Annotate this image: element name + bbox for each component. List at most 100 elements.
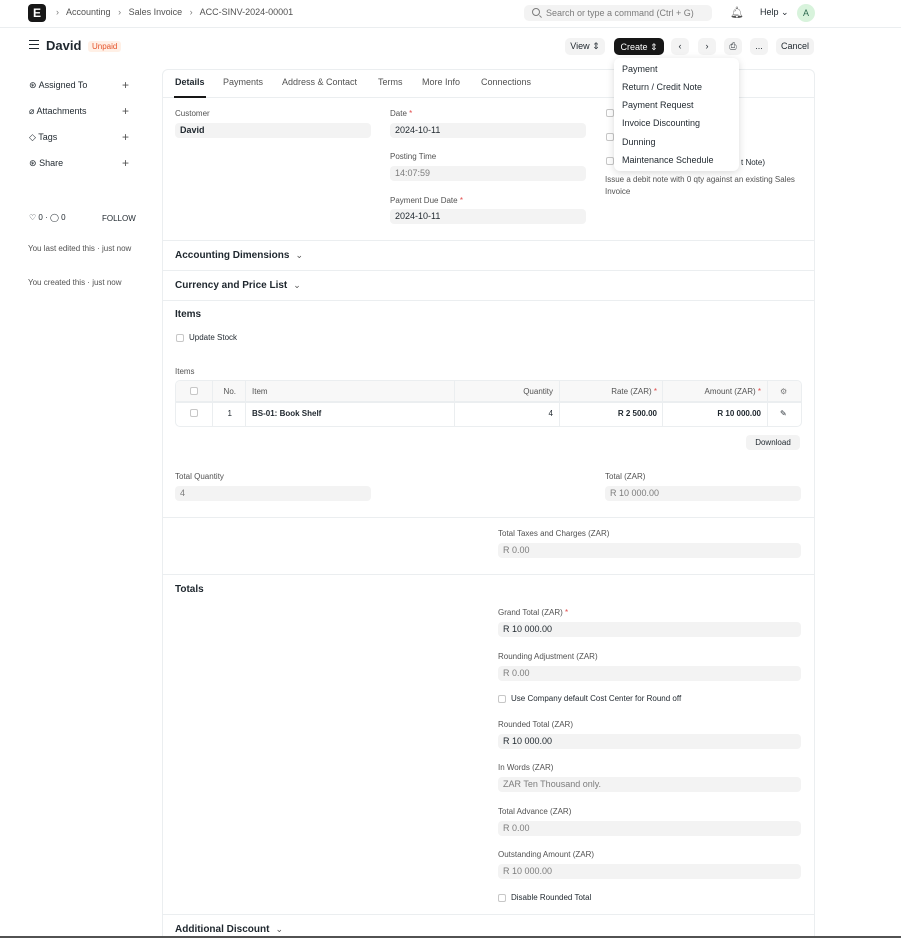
taxes-field[interactable]: R 0.00: [498, 543, 801, 558]
outstanding-label: Outstanding Amount (ZAR): [498, 850, 595, 859]
sidebar-item-attachments[interactable]: ⌀ Attachments: [29, 106, 86, 117]
bell-icon[interactable]: 🔔︎: [730, 6, 744, 19]
breadcrumb-accounting[interactable]: Accounting: [66, 7, 111, 17]
grand-total-field[interactable]: R 10 000.00: [498, 622, 801, 637]
debit-note-label: t Note): [741, 158, 766, 167]
use-cost-center-label: Use Company default Cost Center for Roun…: [511, 694, 682, 703]
print-button[interactable]: ⎙: [724, 38, 742, 55]
section-additional-discount[interactable]: Additional Discount ⌄: [175, 924, 283, 935]
row-item[interactable]: BS-01: Book Shelf: [252, 403, 321, 424]
help-dropdown[interactable]: Help ⌄: [760, 7, 789, 18]
update-stock-checkbox[interactable]: [176, 334, 184, 342]
menu-item-payment[interactable]: Payment: [622, 64, 658, 74]
sidebar-item-tags[interactable]: ◇ Tags: [29, 132, 57, 143]
comment-icon[interactable]: ◯: [50, 213, 59, 222]
tab-terms[interactable]: Terms: [378, 77, 403, 87]
row-amount[interactable]: R 10 000.00: [664, 403, 761, 424]
sidebar-item-share[interactable]: ⊛ Share: [29, 158, 63, 169]
form-card: [162, 69, 815, 938]
rounding-label: Rounding Adjustment (ZAR): [498, 652, 598, 661]
add-share-button[interactable]: +: [122, 157, 129, 169]
navbar: E › Accounting › Sales Invoice › ACC-SIN…: [0, 0, 901, 28]
tab-connections[interactable]: Connections: [481, 77, 531, 87]
breadcrumb: › Accounting › Sales Invoice › ACC-SINV-…: [56, 7, 294, 17]
col-no: No.: [223, 387, 236, 396]
items-table: No. Item Quantity Rate (ZAR) * Amount (Z…: [175, 380, 802, 427]
customer-field[interactable]: David: [175, 123, 371, 138]
disable-rounded-checkbox[interactable]: [498, 894, 506, 902]
total-label: Total (ZAR): [605, 472, 646, 481]
create-button[interactable]: Create ⇕: [614, 38, 664, 55]
rounded-total-field[interactable]: R 10 000.00: [498, 734, 801, 749]
tab-details[interactable]: Details: [175, 77, 205, 87]
rounded-total-label: Rounded Total (ZAR): [498, 720, 573, 729]
menu-item-maintenance-schedule[interactable]: Maintenance Schedule: [622, 155, 714, 165]
tab-more-info[interactable]: More Info: [422, 77, 460, 87]
select-all-checkbox[interactable]: [190, 387, 198, 395]
section-currency-price-list[interactable]: Currency and Price List ⌄: [175, 280, 301, 291]
create-dropdown-menu: Payment Return / Credit Note Payment Req…: [614, 58, 739, 171]
checkbox-hidden-2[interactable]: [606, 133, 614, 141]
printer-icon: ⎙: [729, 41, 737, 51]
search-icon: [532, 8, 540, 16]
debit-note-help: Issue a debit note with 0 qty against an…: [605, 175, 795, 196]
menu-item-payment-request[interactable]: Payment Request: [622, 100, 694, 110]
col-rate: Rate (ZAR) *: [611, 387, 657, 396]
edit-pencil-icon[interactable]: ✎: [780, 403, 787, 424]
prev-button[interactable]: ‹: [671, 38, 689, 55]
row-checkbox[interactable]: [190, 409, 198, 417]
assign-icon: ⊛: [29, 80, 37, 90]
total-field[interactable]: R 10 000.00: [605, 486, 801, 501]
tab-payments[interactable]: Payments: [223, 77, 263, 87]
follow-button[interactable]: FOLLOW: [102, 214, 136, 223]
more-button[interactable]: ...: [750, 38, 768, 55]
chevron-right-icon: ›: [705, 41, 709, 51]
menu-toggle-icon[interactable]: [29, 40, 39, 52]
heart-icon[interactable]: ♡: [29, 213, 36, 222]
checkbox-hidden-1[interactable]: [606, 109, 614, 117]
row-qty[interactable]: 4: [456, 403, 553, 424]
use-cost-center-checkbox[interactable]: [498, 695, 506, 703]
total-qty-field[interactable]: 4: [175, 486, 371, 501]
next-button[interactable]: ›: [698, 38, 716, 55]
download-button[interactable]: Download: [746, 435, 800, 450]
date-field[interactable]: 2024-10-11: [390, 123, 586, 138]
in-words-label: In Words (ZAR): [498, 763, 554, 772]
due-date-field[interactable]: 2024-10-11: [390, 209, 586, 224]
add-assigned-button[interactable]: +: [122, 79, 129, 91]
sidebar-item-assigned[interactable]: ⊛ Assigned To: [29, 80, 87, 91]
outstanding-field[interactable]: R 10 000.00: [498, 864, 801, 879]
col-item: Item: [252, 387, 268, 396]
add-attachment-button[interactable]: +: [122, 105, 129, 117]
active-tab-indicator: [174, 96, 206, 98]
menu-item-dunning[interactable]: Dunning: [622, 137, 656, 147]
customer-label: Customer: [175, 109, 210, 118]
section-accounting-dimensions[interactable]: Accounting Dimensions ⌄: [175, 250, 303, 261]
menu-item-invoice-discounting[interactable]: Invoice Discounting: [622, 118, 700, 128]
menu-item-return-credit-note[interactable]: Return / Credit Note: [622, 82, 702, 92]
tab-address-contact[interactable]: Address & Contact: [282, 77, 357, 87]
app-logo[interactable]: E: [28, 4, 46, 22]
row-rate[interactable]: R 2 500.00: [561, 403, 657, 424]
chevron-left-icon: ‹: [678, 41, 682, 51]
date-label: Date *: [390, 109, 413, 118]
disable-rounded-label: Disable Rounded Total: [511, 893, 592, 902]
advance-field[interactable]: R 0.00: [498, 821, 801, 836]
likes-comments: ♡ 0 · ◯ 0: [29, 213, 66, 222]
due-date-label: Payment Due Date *: [390, 196, 463, 205]
settings-gear-icon[interactable]: ⚙︎: [780, 381, 787, 402]
rounding-field[interactable]: R 0.00: [498, 666, 801, 681]
is-debit-note-checkbox[interactable]: [606, 157, 614, 165]
total-qty-label: Total Quantity: [175, 472, 224, 481]
breadcrumb-sales-invoice[interactable]: Sales Invoice: [129, 7, 183, 17]
update-stock-label: Update Stock: [189, 333, 238, 342]
view-button[interactable]: View ⇕: [565, 38, 605, 55]
posting-time-field[interactable]: 14:07:59: [390, 166, 586, 181]
cancel-button[interactable]: Cancel: [776, 38, 814, 55]
search-input[interactable]: Search or type a command (Ctrl + G): [524, 5, 712, 21]
breadcrumb-document[interactable]: ACC-SINV-2024-00001: [200, 7, 294, 17]
in-words-field[interactable]: ZAR Ten Thousand only.: [498, 777, 801, 792]
add-tag-button[interactable]: +: [122, 131, 129, 143]
avatar[interactable]: A: [797, 4, 815, 22]
col-quantity: Quantity: [523, 387, 553, 396]
